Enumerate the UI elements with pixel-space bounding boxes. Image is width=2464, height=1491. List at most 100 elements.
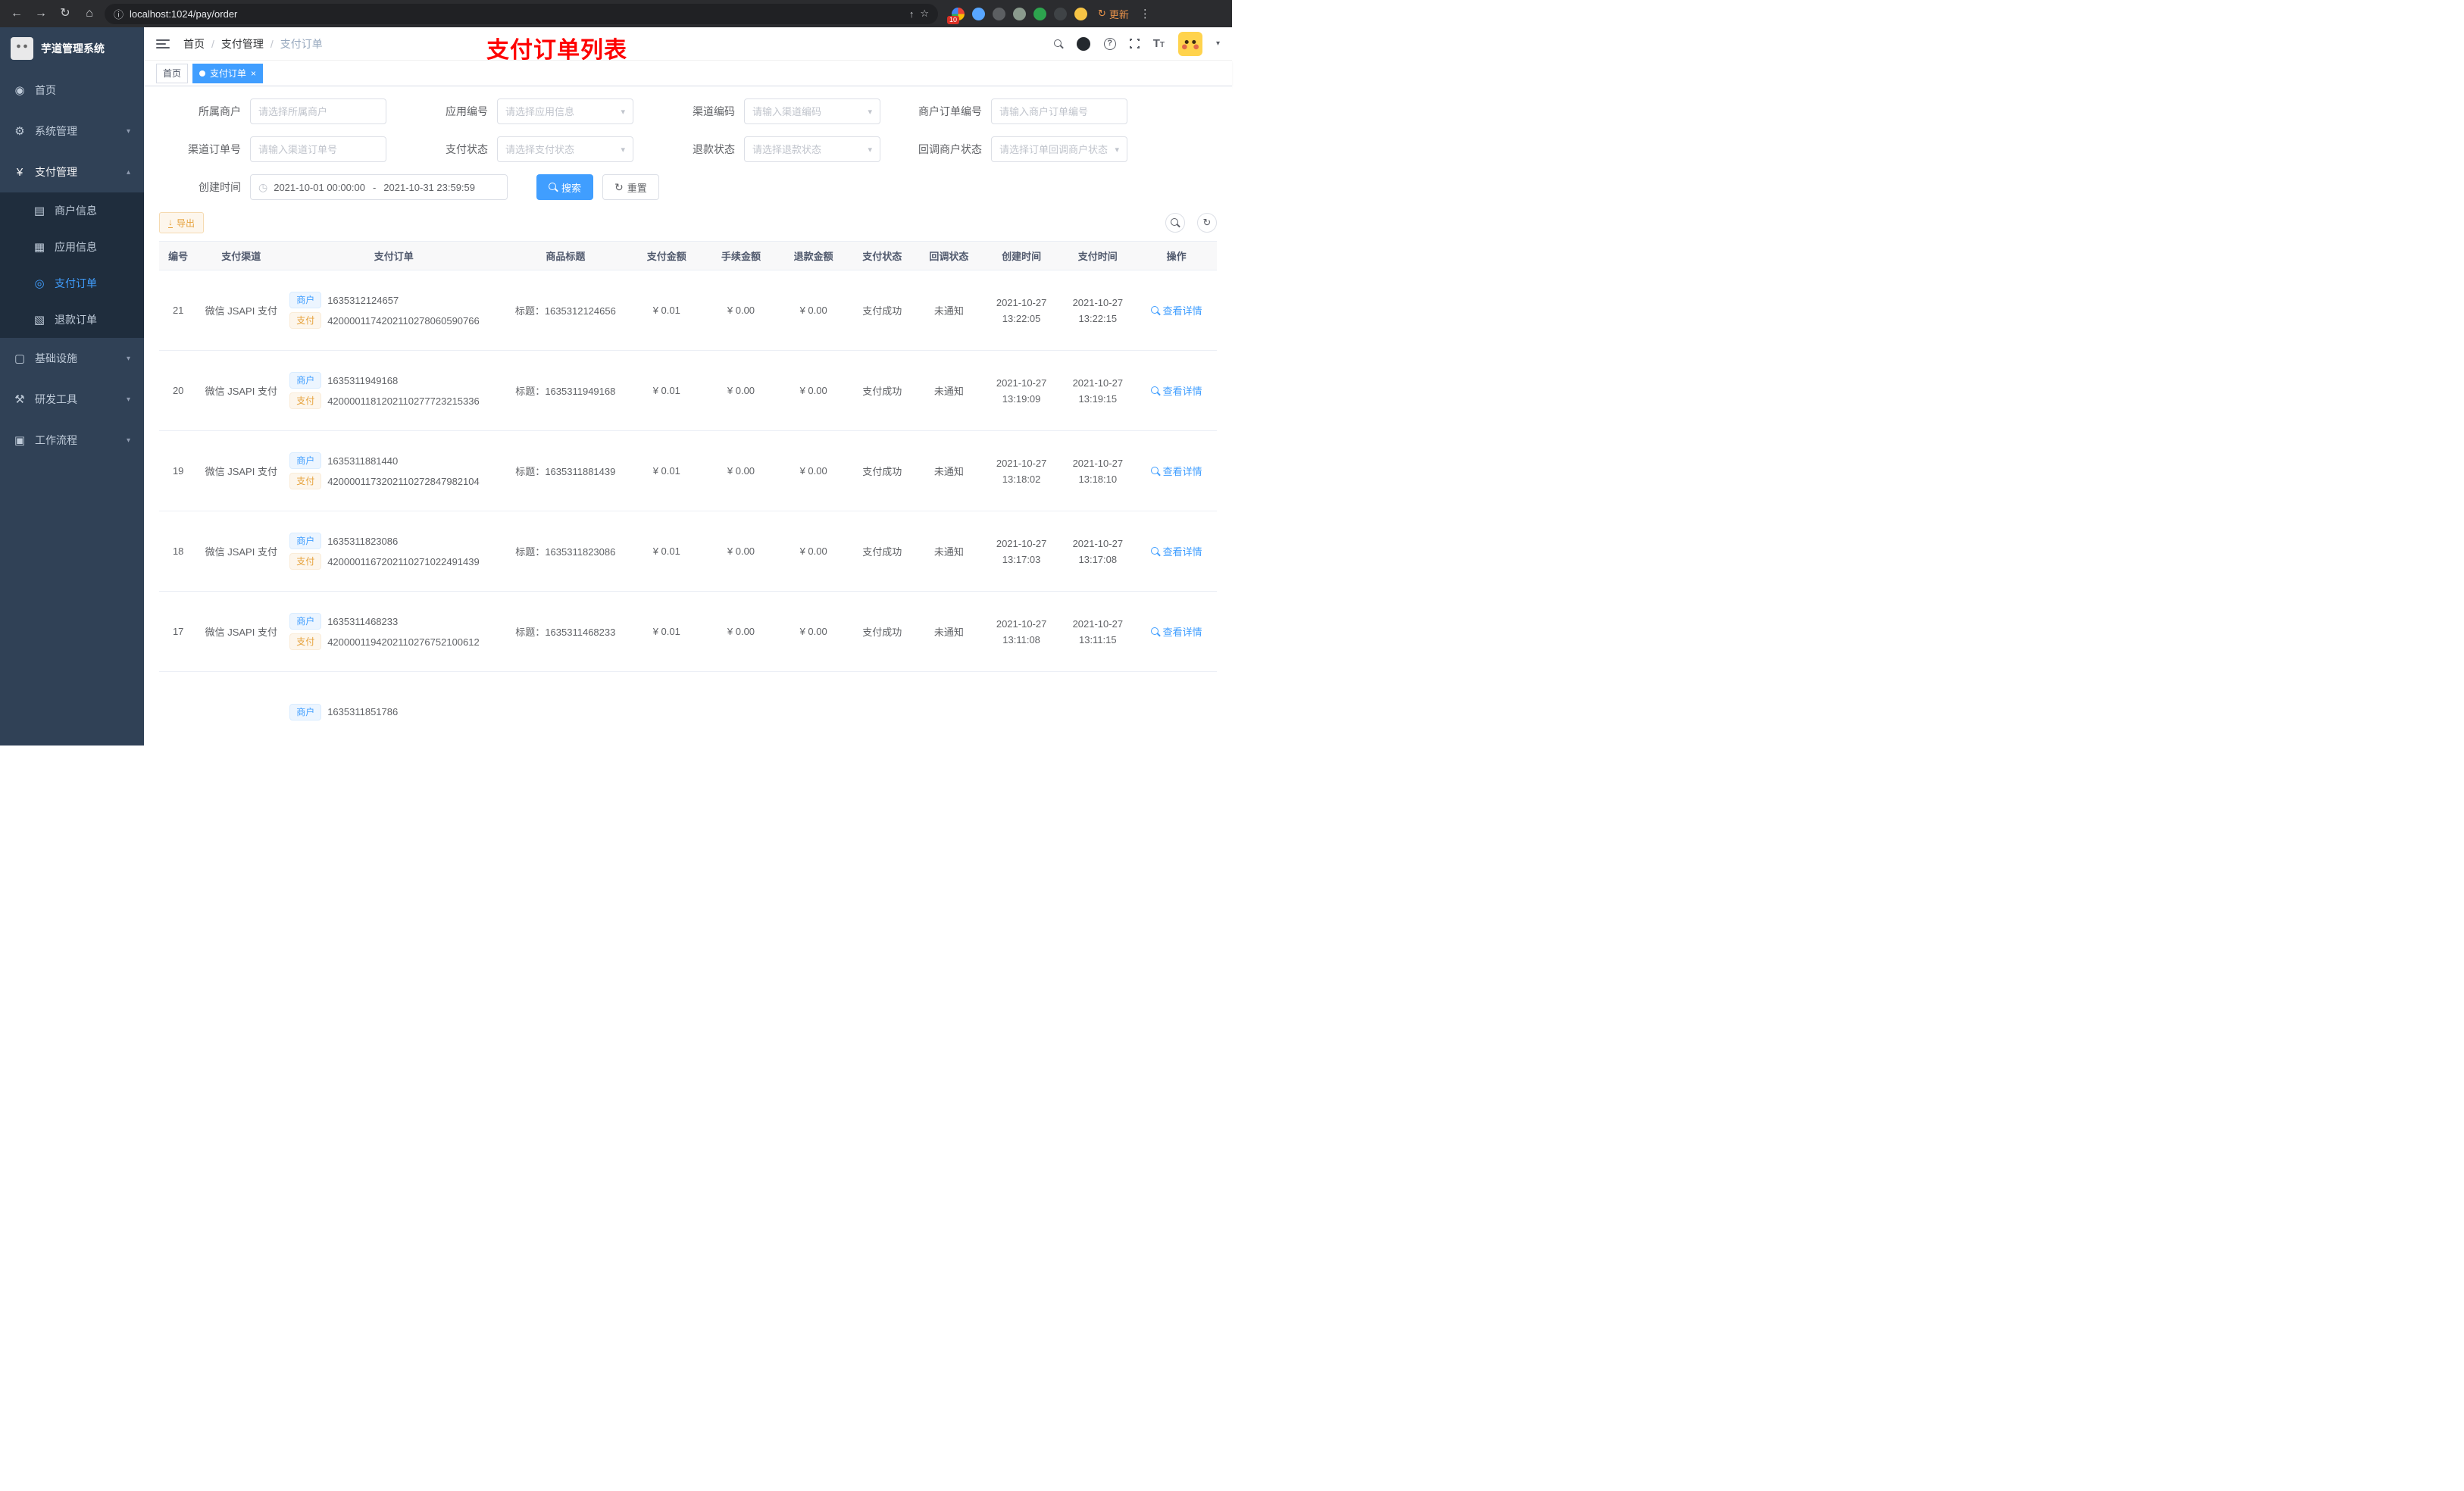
sidebar-item-home[interactable]: ◉ 首页: [0, 70, 144, 111]
app-id-select[interactable]: ▾: [497, 98, 633, 124]
table-row: 21 微信 JSAPI 支付 商户 1635312124657 支付 42000…: [159, 270, 1217, 351]
callback-status-select[interactable]: ▾: [991, 136, 1127, 162]
sidebar-item-pay-order[interactable]: ◎ 支付订单: [0, 265, 144, 302]
cell-channel: 微信 JSAPI 支付: [197, 270, 286, 351]
filter-label: 创建时间: [199, 181, 241, 193]
fullscreen-icon[interactable]: [1127, 36, 1142, 51]
sidebar-item-refund-order[interactable]: ▧ 退款订单: [0, 302, 144, 338]
avatar-caret-icon[interactable]: ▾: [1216, 39, 1220, 48]
view-detail-label: 查看详情: [1162, 466, 1202, 477]
address-bar[interactable]: ⓘ localhost:1024/pay/order ↑ ☆: [105, 3, 938, 24]
avatar[interactable]: [1177, 31, 1202, 56]
channel-order-no-input[interactable]: [250, 136, 386, 162]
reset-button-label: 重置: [627, 182, 647, 194]
tab-pay-order[interactable]: 支付订单 ×: [192, 63, 264, 83]
sidebar-item-devtools[interactable]: ⚒ 研发工具 ▾: [0, 379, 144, 420]
cell-fee: ¥ 0.00: [705, 430, 777, 511]
search-icon[interactable]: [1053, 39, 1063, 48]
extension-icon-colorful[interactable]: 10: [947, 7, 965, 24]
home-button[interactable]: ⌂: [80, 5, 98, 23]
browser-update-button[interactable]: ↻ 更新: [1093, 7, 1134, 21]
sidebar-item-workflow[interactable]: ▣ 工作流程 ▾: [0, 420, 144, 461]
sidebar-item-payment[interactable]: ¥ 支付管理 ▴: [0, 152, 144, 192]
merchant-no: 1635311881440: [327, 455, 399, 467]
pay-tag: 支付: [289, 392, 322, 409]
refund-status-select-field[interactable]: [752, 143, 865, 155]
merchant-no: 1635311851786: [327, 706, 399, 717]
hamburger-icon[interactable]: [156, 39, 170, 48]
cell-id: 17: [159, 591, 198, 672]
filter-row-3: 创建时间 ◷ 2021-10-01 00:00:00 - 2021-10-31 …: [159, 174, 1217, 200]
browser-menu-icon[interactable]: ⋮: [1140, 7, 1151, 20]
sidebar-item-label: 研发工具: [35, 393, 77, 405]
bookmark-star-icon[interactable]: ☆: [920, 8, 929, 20]
search-button[interactable]: 搜索: [536, 174, 594, 200]
reset-button[interactable]: ↻ 重置: [602, 174, 659, 200]
forward-button[interactable]: →: [32, 5, 50, 23]
cell-channel: [197, 671, 286, 746]
refresh-icon: ↻: [614, 180, 624, 193]
date-range-picker[interactable]: ◷ 2021-10-01 00:00:00 - 2021-10-31 23:59…: [250, 174, 508, 200]
refund-status-select[interactable]: ▾: [744, 136, 880, 162]
sidebar-item-merchant-info[interactable]: ▤ 商户信息: [0, 192, 144, 229]
app-id-select-field[interactable]: [505, 105, 618, 117]
channel-code-select-field[interactable]: [752, 105, 865, 117]
create-time: 13:17:03: [1002, 553, 1041, 565]
help-icon[interactable]: ?: [1103, 37, 1116, 50]
export-button[interactable]: ↓ 导出: [159, 212, 205, 233]
reload-button[interactable]: ↻: [56, 5, 74, 23]
view-detail-link[interactable]: 查看详情: [1150, 544, 1202, 558]
sidebar-item-system[interactable]: ⚙ 系统管理 ▾: [0, 111, 144, 152]
tab-close-icon[interactable]: ×: [251, 69, 256, 78]
sidebar-item-app-info[interactable]: ▦ 应用信息: [0, 229, 144, 265]
tab-home[interactable]: 首页: [156, 63, 189, 83]
breadcrumb-home[interactable]: 首页: [183, 36, 205, 52]
sidebar-item-infrastructure[interactable]: ▢ 基础设施 ▾: [0, 338, 144, 379]
extension-icon-drop[interactable]: [972, 7, 985, 20]
pay-status-select[interactable]: ▾: [497, 136, 633, 162]
toggle-search-icon[interactable]: [1165, 213, 1185, 233]
col-amount: 支付金额: [628, 241, 705, 270]
filter-app-id: 应用编号 ▾: [406, 98, 633, 124]
create-time: 13:19:09: [1002, 392, 1041, 405]
merchant-order-no-input[interactable]: [991, 98, 1127, 124]
callback-status-select-field[interactable]: [999, 143, 1112, 155]
site-info-icon[interactable]: ⓘ: [114, 7, 124, 21]
pay-date: 2021-10-27: [1072, 296, 1124, 308]
merchant-order-no-input-field[interactable]: [999, 105, 1119, 117]
extension-icon-smiley[interactable]: [1074, 7, 1087, 20]
channel-code-select[interactable]: ▾: [744, 98, 880, 124]
github-icon[interactable]: [1076, 36, 1090, 51]
card-icon: ▤: [33, 205, 45, 217]
merchant-input[interactable]: [250, 98, 386, 124]
back-button[interactable]: ←: [8, 5, 26, 23]
merchant-tag: 商户: [289, 613, 322, 630]
merchant-input-field[interactable]: [258, 105, 378, 117]
view-detail-link[interactable]: 查看详情: [1150, 464, 1202, 478]
filter-channel-code: 渠道编码 ▾: [653, 98, 880, 124]
create-date: 2021-10-27: [996, 296, 1047, 308]
extension-icon-green-check[interactable]: [1033, 7, 1046, 20]
chevron-down-icon: ▾: [1115, 145, 1119, 155]
app-title: 芋道管理系统: [41, 42, 105, 55]
col-create-time: 创建时间: [983, 241, 1060, 270]
pay-status-select-field[interactable]: [505, 143, 618, 155]
refresh-table-icon[interactable]: ↻: [1197, 213, 1217, 233]
extension-icon-gray[interactable]: [993, 7, 1005, 20]
view-detail-link[interactable]: 查看详情: [1150, 303, 1202, 317]
font-size-icon[interactable]: TT: [1153, 37, 1165, 50]
cell-pay-status: 支付成功: [849, 350, 915, 431]
breadcrumb-payment[interactable]: 支付管理: [221, 36, 264, 52]
share-icon[interactable]: ↑: [909, 8, 915, 20]
view-detail-link[interactable]: 查看详情: [1150, 624, 1202, 639]
cell-title: 标题：1635311823086: [502, 511, 629, 592]
view-detail-link[interactable]: 查看详情: [1150, 383, 1202, 398]
cell-create-time: 2021-10-27 13:22:05: [983, 270, 1060, 351]
cell-pay-time: 2021-10-27 13:22:15: [1059, 270, 1137, 351]
channel-order-no-input-field[interactable]: [258, 143, 378, 155]
view-detail-label: 查看详情: [1162, 305, 1202, 317]
extension-icon-pin[interactable]: [1054, 7, 1067, 20]
tab-active-dot: [199, 70, 206, 77]
extension-icon-sage[interactable]: [1013, 7, 1026, 20]
cell-refund: ¥ 0.00: [777, 591, 850, 672]
